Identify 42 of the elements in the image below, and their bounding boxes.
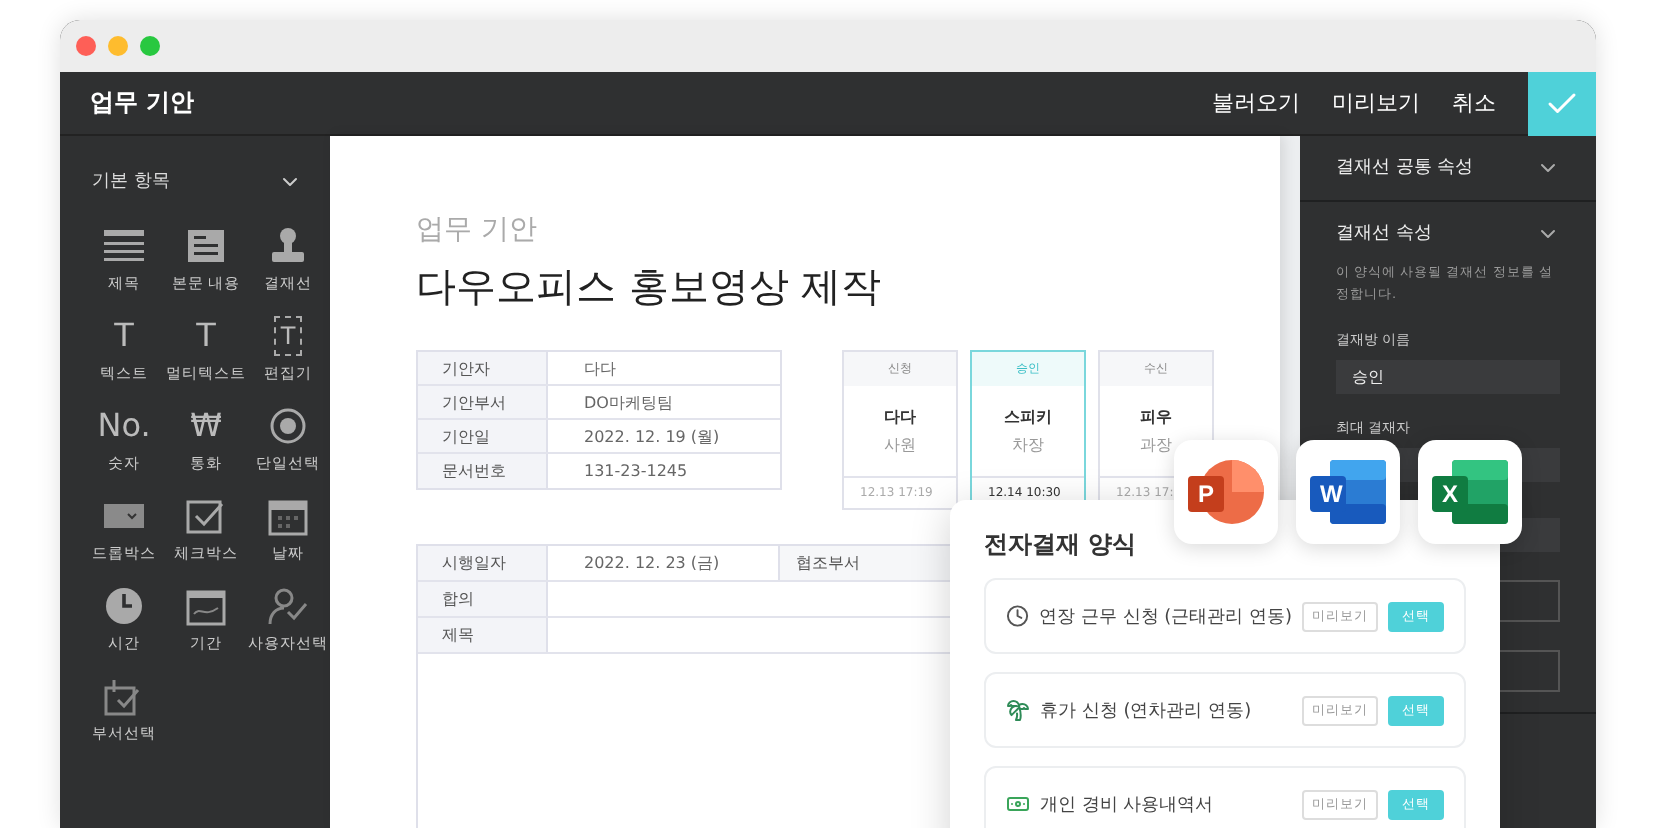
section-title: 결재선 속성: [1336, 222, 1432, 246]
table-label: 문서번호: [418, 454, 548, 488]
app-launcher-menu[interactable]: X: [1418, 440, 1522, 544]
app-launcher-menu[interactable]: W: [1296, 440, 1400, 544]
table-value: DO마케팅팀: [582, 391, 673, 415]
document-title: 다우오피스 홍보영상 제작: [416, 260, 884, 314]
table-label: 제목: [418, 618, 548, 652]
table-label: 기안자: [418, 352, 548, 384]
table-value: 131-23-1245: [582, 460, 688, 484]
document-subtitle: 업무 기안: [416, 212, 539, 248]
header-button[interactable]: 취소: [1436, 72, 1512, 134]
form-name: 연장 근무 신청 (근태관리 연동): [1039, 605, 1292, 629]
app-letter: P: [1198, 480, 1215, 508]
header-button[interactable]: 미리보기: [1316, 72, 1436, 134]
approver-name: 스피키: [1004, 406, 1052, 428]
section-title: 기본 항목: [92, 170, 170, 194]
header-button[interactable]: 불러오기: [1196, 72, 1316, 134]
app-launcher-menu[interactable]: P: [1174, 440, 1278, 544]
editor-glyph-icon: T: [274, 316, 302, 356]
table-value: 2022. 12. 23 (금): [582, 552, 720, 576]
table-value: 2022. 12. 19 (월): [582, 425, 720, 449]
approver-name: 피우: [1140, 406, 1172, 428]
table-label: 기안부서: [418, 386, 548, 418]
number-glyph-icon: No.: [93, 406, 155, 446]
multitext-glyph-icon: T: [192, 316, 220, 356]
section-title: 결재선 공통 속성: [1336, 156, 1474, 180]
approver-name: 다다: [884, 406, 916, 428]
page-title: 업무 기안: [90, 86, 197, 120]
approver-position: 사원: [884, 434, 916, 456]
approver-position: 차장: [1012, 434, 1044, 456]
form-name: 개인 경비 사용내역서: [1040, 793, 1216, 817]
table-label: 시행일자: [418, 546, 548, 580]
approver-position: 과장: [1140, 434, 1172, 456]
table-label: 합의: [418, 582, 548, 616]
table-value: 다다: [582, 357, 616, 381]
currency-glyph-icon: ₩: [186, 406, 226, 446]
app-letter: X: [1442, 480, 1459, 508]
text-field[interactable]: 승인: [1336, 360, 1560, 394]
text-glyph-icon: T: [110, 316, 138, 356]
table-label: 기안일: [418, 420, 548, 452]
form-name: 휴가 신청 (연차관리 연동): [1040, 699, 1254, 723]
app-letter: W: [1320, 480, 1343, 508]
